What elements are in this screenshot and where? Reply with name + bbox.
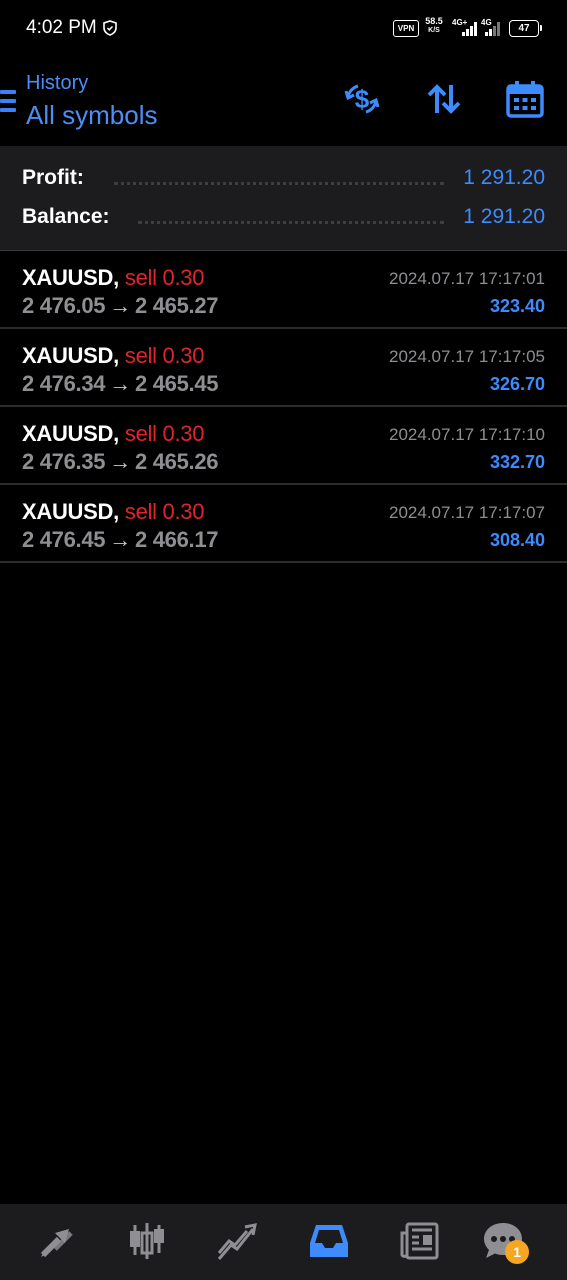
page-subtitle: History — [26, 72, 89, 94]
nav-quotes[interactable] — [32, 1218, 82, 1268]
profit-label: Profit: — [22, 166, 84, 189]
network-speed-unit: K/S — [428, 27, 440, 34]
deal-symbol: XAUUSD, sell 0.30 — [22, 343, 205, 368]
deal-time: 2024.07.17 17:17:01 — [389, 269, 545, 288]
signal-icon-2: 4G — [481, 18, 507, 38]
deal-profit: 332.70 — [489, 452, 545, 472]
deal-row[interactable]: XAUUSD, sell 0.30 2 476.34 → 2 465.45 2024.… — [0, 329, 567, 407]
menu-icon[interactable] — [0, 90, 16, 114]
status-bar: 4:02 PM VPN 58.5 K/S 4G+ 4G 47 — [0, 0, 567, 58]
deal-type: sell 0.30 — [124, 421, 205, 446]
deal-type: sell 0.30 — [124, 499, 205, 524]
deal-profit: 326.70 — [489, 374, 545, 394]
symbol-selector[interactable]: All symbols — [26, 100, 157, 131]
signal-icon-1: 4G+ — [452, 18, 478, 38]
quotes-arrows-icon — [35, 1219, 79, 1268]
deal-prices: 2 476.35 → 2 465.26 — [22, 449, 219, 475]
open-price: 2 476.45 — [22, 527, 106, 552]
balance-row: Balance: 1 291.20 — [22, 205, 545, 235]
arrow-right-icon: → — [109, 371, 131, 396]
nav-chart[interactable] — [122, 1218, 172, 1268]
close-price: 2 466.17 — [134, 527, 219, 552]
deal-symbol: XAUUSD, sell 0.30 — [22, 421, 205, 446]
svg-text:$: $ — [355, 84, 370, 114]
nav-trade[interactable] — [212, 1218, 262, 1268]
shield-icon — [102, 20, 118, 36]
arrow-right-icon: → — [109, 293, 131, 318]
newspaper-icon — [397, 1219, 441, 1268]
calendar-icon — [505, 79, 545, 124]
deal-profit: 323.40 — [489, 296, 545, 316]
sort-arrows-icon — [424, 79, 464, 124]
app-header: History All symbols $ — [0, 58, 567, 146]
deal-row[interactable]: XAUUSD, sell 0.30 2 476.45 → 2 466.17 2024.… — [0, 485, 567, 563]
dollar-exchange-icon: $ — [342, 79, 382, 124]
balance-label: Balance: — [22, 205, 110, 228]
deal-prices: 2 476.34 → 2 465.45 — [22, 371, 219, 397]
battery-indicator: 47 — [509, 20, 539, 37]
deal-row[interactable]: XAUUSD, sell 0.30 2 476.35 → 2 465.26 2024.… — [0, 407, 567, 485]
open-price: 2 476.05 — [22, 293, 106, 318]
profit-value: 1 291.20 — [463, 166, 545, 189]
status-time: 4:02 PM — [26, 17, 97, 38]
close-price: 2 465.26 — [134, 449, 219, 474]
close-price: 2 465.27 — [134, 293, 219, 318]
candlestick-icon — [125, 1219, 169, 1268]
deal-type: sell 0.30 — [124, 265, 205, 290]
deal-prices: 2 476.45 → 2 466.17 — [22, 527, 219, 553]
calendar-button[interactable] — [504, 80, 546, 122]
profit-row: Profit: 1 291.20 — [22, 166, 545, 196]
deals-list: XAUUSD, sell 0.30 2 476.05 → 2 465.27 2024.… — [0, 251, 567, 563]
notification-badge: 1 — [505, 1240, 529, 1264]
nav-news[interactable] — [394, 1218, 444, 1268]
deal-time: 2024.07.17 17:17:05 — [389, 347, 545, 366]
dotted-leader — [114, 182, 444, 185]
balance-value: 1 291.20 — [463, 205, 545, 228]
network-speed-value: 58.5 — [425, 16, 443, 26]
trend-lines-icon — [215, 1219, 259, 1268]
deal-time: 2024.07.17 17:17:10 — [389, 425, 545, 444]
open-price: 2 476.34 — [22, 371, 106, 396]
account-summary: Profit: 1 291.20 Balance: 1 291.20 — [0, 146, 567, 251]
dotted-leader — [138, 221, 444, 224]
exchange-currency-button[interactable]: $ — [341, 80, 383, 122]
vpn-badge: VPN — [393, 20, 419, 37]
deal-profit: 308.40 — [489, 530, 545, 550]
deal-symbol: XAUUSD, sell 0.30 — [22, 265, 205, 290]
network-speed: 58.5 K/S — [422, 16, 446, 36]
sort-button[interactable] — [423, 80, 465, 122]
open-price: 2 476.35 — [22, 449, 106, 474]
deal-symbol: XAUUSD, sell 0.30 — [22, 499, 205, 524]
deal-type: sell 0.30 — [124, 343, 205, 368]
deal-prices: 2 476.05 → 2 465.27 — [22, 293, 219, 319]
arrow-right-icon: → — [109, 449, 131, 474]
arrow-right-icon: → — [109, 527, 131, 552]
inbox-tray-icon — [307, 1219, 351, 1268]
deal-row[interactable]: XAUUSD, sell 0.30 2 476.05 → 2 465.27 2024.… — [0, 251, 567, 329]
deal-time: 2024.07.17 17:17:07 — [389, 503, 545, 522]
battery-tip — [540, 25, 542, 31]
bottom-navigation — [0, 1204, 567, 1280]
close-price: 2 465.45 — [134, 371, 219, 396]
nav-history[interactable] — [304, 1218, 354, 1268]
